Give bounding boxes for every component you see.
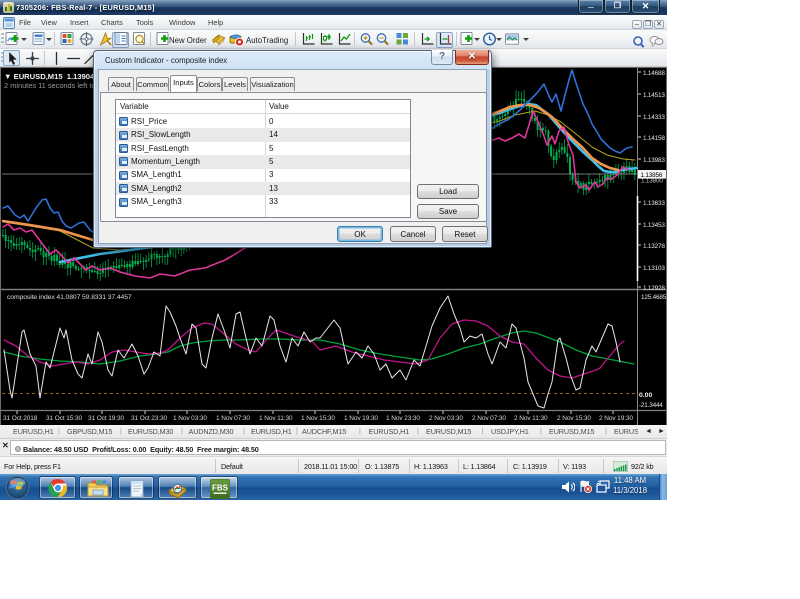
svg-text:1 Nov 15:30: 1 Nov 15:30 (301, 415, 335, 422)
svg-text:1.14333: 1.14333 (643, 114, 665, 121)
svg-text:1 Nov 23:30: 1 Nov 23:30 (386, 415, 420, 422)
svg-text:-21.3444: -21.3444 (639, 402, 663, 409)
svg-text:1.13103: 1.13103 (643, 265, 665, 272)
svg-text:1.14513: 1.14513 (643, 92, 665, 99)
svg-text:1.13633: 1.13633 (643, 200, 665, 207)
svg-text:1.13856: 1.13856 (641, 172, 663, 179)
svg-text:2 Nov 11:30: 2 Nov 11:30 (514, 415, 548, 422)
svg-text:125.4685: 125.4685 (641, 294, 667, 301)
svg-text:2 Nov 07:30: 2 Nov 07:30 (472, 415, 506, 422)
svg-text:31 Oct 23:30: 31 Oct 23:30 (131, 415, 168, 422)
svg-text:1.13983: 1.13983 (643, 157, 665, 164)
svg-text:1.14688: 1.14688 (643, 70, 665, 77)
svg-text:2 Nov 03:30: 2 Nov 03:30 (429, 415, 463, 422)
svg-text:FBS: FBS (212, 484, 229, 493)
svg-text:1.13278: 1.13278 (643, 243, 665, 250)
svg-text:31 Oct 15:30: 31 Oct 15:30 (46, 415, 83, 422)
svg-text:1 Nov 07:30: 1 Nov 07:30 (216, 415, 250, 422)
svg-text:31 Oct 19:30: 31 Oct 19:30 (88, 415, 125, 422)
svg-text:2 Nov 19:30: 2 Nov 19:30 (599, 415, 633, 422)
svg-text:2 Nov 15:30: 2 Nov 15:30 (557, 415, 591, 422)
svg-text:composite index 41.0807 59.833: composite index 41.0807 59.8331 37.4457 (7, 294, 132, 301)
svg-text:1 Nov 19:30: 1 Nov 19:30 (344, 415, 378, 422)
svg-text:1 Nov 11:30: 1 Nov 11:30 (259, 415, 293, 422)
svg-text:31 Oct 2018: 31 Oct 2018 (3, 415, 38, 422)
svg-text:1.14158: 1.14158 (643, 135, 665, 142)
svg-text:0.00: 0.00 (639, 392, 652, 399)
svg-text:1.13453: 1.13453 (643, 222, 665, 229)
svg-text:1.12928: 1.12928 (643, 285, 665, 292)
svg-text:1 Nov 03:30: 1 Nov 03:30 (173, 415, 207, 422)
